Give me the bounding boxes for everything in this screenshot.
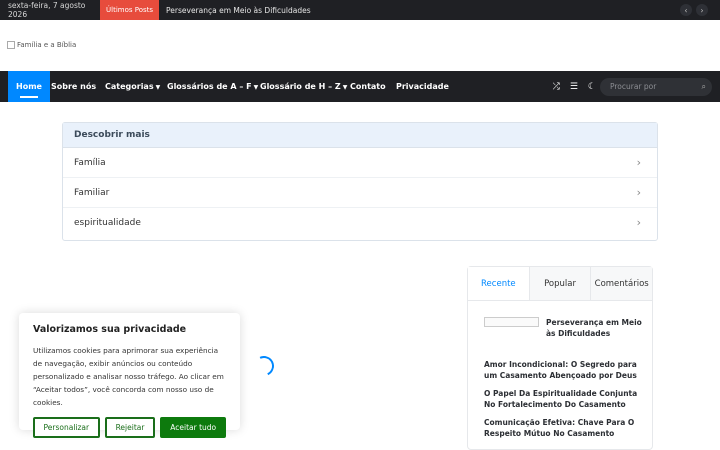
accept-all-button[interactable]: Aceitar tudo — [160, 417, 227, 438]
search-placeholder: Procurar por — [610, 82, 657, 91]
top-bar: sexta-feira, 7 agosto 2026 Últimos Posts… — [0, 0, 720, 20]
menu-icon[interactable]: ☰ — [570, 82, 578, 92]
tab-comments[interactable]: Comentários — [591, 267, 652, 300]
discover-item[interactable]: Família › — [63, 148, 657, 178]
discover-more-title: Descobrir mais — [63, 123, 657, 148]
featured-post[interactable]: Perseverança em Meio às Dificuldades — [484, 317, 644, 341]
nav-item-categories[interactable]: Categorias ▼ — [105, 71, 160, 102]
moon-icon[interactable]: ☾ — [588, 82, 596, 92]
posts-tab-widget: Recente Popular Comentários Perseverança… — [467, 266, 653, 450]
ticker-arrows: ‹ › — [680, 4, 708, 16]
tab-popular[interactable]: Popular — [530, 267, 592, 300]
nav-item-glossary-h-z[interactable]: Glossário de H – Z ▼ — [260, 71, 347, 102]
discover-item[interactable]: Familiar › — [63, 178, 657, 208]
main-navigation: Home Sobre nós Categorias ▼ Glossários de… — [0, 71, 720, 102]
chevron-right-icon: › — [636, 156, 641, 169]
chevron-left-icon[interactable]: ‹ — [680, 4, 692, 16]
latest-posts-label: Últimos Posts — [100, 0, 160, 20]
loading-spinner-icon — [251, 353, 277, 379]
site-logo[interactable]: Família e a Bíblia — [7, 41, 76, 49]
post-title[interactable]: Comunicação Efetiva: Chave Para O Respei… — [484, 417, 644, 439]
cookie-title: Valorizamos sua privacidade — [33, 324, 187, 335]
post-title[interactable]: Amor Incondicional: O Segredo para um Ca… — [484, 359, 644, 381]
cookie-consent-dialog: Valorizamos sua privacidade Utilizamos c… — [19, 313, 240, 438]
chevron-down-icon: ▼ — [342, 84, 348, 91]
discover-item-label: Família — [74, 158, 106, 168]
current-date: sexta-feira, 7 agosto 2026 — [8, 1, 86, 19]
customize-button[interactable]: Personalizar — [33, 417, 100, 438]
cookie-buttons: Personalizar Rejeitar Aceitar tudo — [33, 417, 227, 438]
widget-tabs: Recente Popular Comentários — [468, 267, 652, 301]
nav-item-glossary-a-f[interactable]: Glossários de A – F ▼ — [167, 71, 258, 102]
nav-icons: ⤮ ☰ ☾ — [553, 71, 596, 102]
cookie-text: Utilizamos cookies para aprimorar sua ex… — [33, 346, 224, 407]
nav-item-about[interactable]: Sobre nós — [51, 71, 96, 102]
chevron-right-icon[interactable]: › — [696, 4, 708, 16]
post-list: Amor Incondicional: O Segredo para um Ca… — [484, 359, 644, 446]
nav-item-privacy[interactable]: Privacidade — [396, 71, 449, 102]
nav-item-glossary-h-z-label: Glossário de H – Z — [260, 82, 341, 91]
chevron-down-icon: ▼ — [253, 84, 259, 91]
reject-button[interactable]: Rejeitar — [104, 417, 156, 438]
post-title[interactable]: O Papel Da Espiritualidade Conjunta No F… — [484, 388, 644, 410]
nav-item-glossary-a-f-label: Glossários de A – F — [167, 82, 252, 91]
discover-more-box: Descobrir mais Família › Familiar › espi… — [62, 122, 658, 241]
post-title[interactable]: Perseverança em Meio às Dificuldades — [546, 317, 646, 339]
shuffle-icon[interactable]: ⤮ — [553, 82, 560, 92]
search-icon[interactable]: ⌕ — [702, 78, 706, 96]
news-ticker-link[interactable]: Perseverança em Meio às Dificuldades — [159, 6, 311, 15]
search-input[interactable]: Procurar por ⌕ — [600, 78, 712, 96]
discover-item-label: Familiar — [74, 188, 110, 198]
logo-alt-text: Família e a Bíblia — [17, 41, 77, 49]
discover-item-label: espiritualidade — [74, 218, 141, 228]
post-thumbnail[interactable] — [484, 317, 539, 327]
nav-item-contact[interactable]: Contato — [350, 71, 386, 102]
chevron-down-icon: ▼ — [155, 84, 161, 91]
tab-recent[interactable]: Recente — [468, 267, 530, 300]
chevron-right-icon: › — [636, 216, 641, 229]
broken-image-icon — [7, 41, 15, 49]
discover-item[interactable]: espiritualidade › — [63, 208, 657, 238]
nav-item-home[interactable]: Home — [8, 71, 50, 102]
chevron-right-icon: › — [636, 186, 641, 199]
nav-item-categories-label: Categorias — [105, 82, 154, 91]
